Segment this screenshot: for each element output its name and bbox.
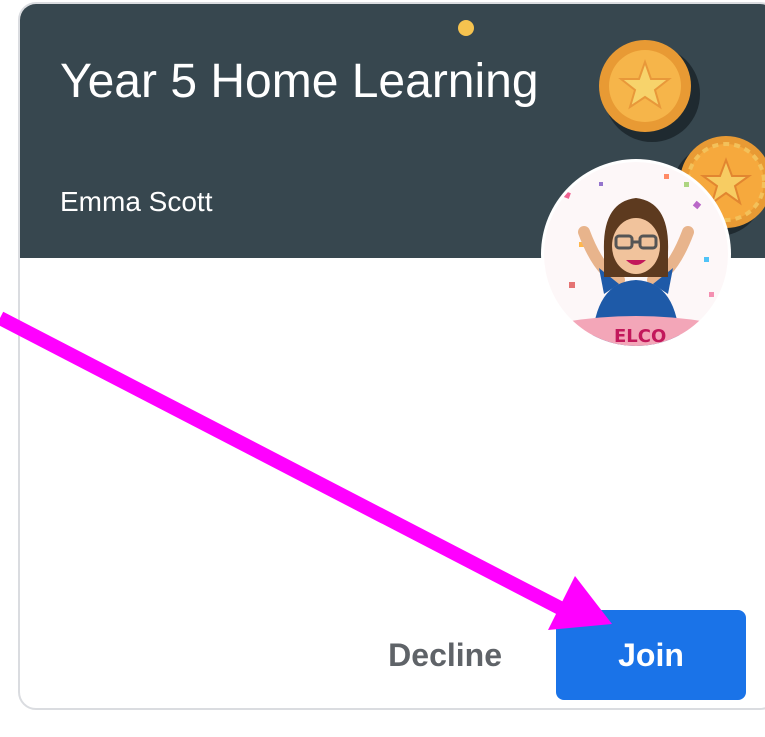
teacher-avatar: ELCO <box>544 162 728 346</box>
decoration-dot <box>458 20 474 36</box>
decline-button[interactable]: Decline <box>388 637 502 674</box>
class-title[interactable]: Year 5 Home Learning <box>60 52 539 112</box>
class-invite-card: Year 5 Home Learning Emma Scott ELCO Dec… <box>18 2 765 710</box>
invite-actions: Decline Join <box>388 610 746 700</box>
join-button[interactable]: Join <box>556 610 746 700</box>
bitmoji-avatar-icon: ELCO <box>544 162 728 346</box>
teacher-name: Emma Scott <box>60 186 213 217</box>
svg-text:ELCO: ELCO <box>614 326 666 346</box>
